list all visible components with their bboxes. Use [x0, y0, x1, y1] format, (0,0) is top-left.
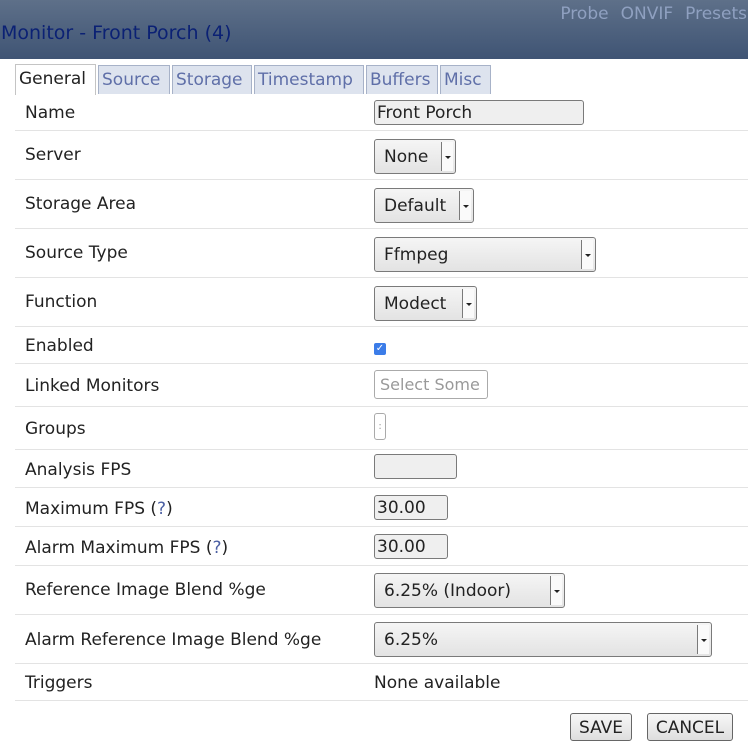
- reference-blend-select[interactable]: 6.25% (Indoor): [374, 573, 565, 608]
- enabled-checkbox[interactable]: ✓: [374, 343, 386, 355]
- row-analysis-fps: Analysis FPS: [15, 450, 748, 488]
- source-type-select-value: Ffmpeg: [384, 245, 449, 265]
- maximum-fps-label: Maximum FPS (?): [25, 499, 173, 519]
- header-bar: Monitor - Front Porch (4) Probe ONVIF Pres…: [0, 0, 748, 59]
- source-type-label: Source Type: [25, 243, 128, 263]
- function-select[interactable]: Modect: [374, 286, 477, 321]
- row-triggers: Triggers None available: [15, 664, 748, 701]
- reference-blend-select-value: 6.25% (Indoor): [384, 581, 512, 601]
- chevron-down-icon: [459, 191, 471, 220]
- header-links: Probe ONVIF Presets: [548, 4, 747, 24]
- alarm-maximum-fps-label: Alarm Maximum FPS (?): [25, 538, 229, 558]
- groups-label: Groups: [25, 419, 86, 439]
- row-alarm-reference-blend: Alarm Reference Image Blend %ge 6.25%: [15, 615, 748, 664]
- source-type-select[interactable]: Ffmpeg: [374, 237, 596, 272]
- row-server: Server None: [15, 131, 748, 180]
- alarm-maximum-fps-label-text: Alarm Maximum FPS: [25, 538, 201, 558]
- groups-select[interactable]: :: [374, 413, 386, 440]
- row-function: Function Modect: [15, 278, 748, 327]
- maximum-fps-input[interactable]: [374, 495, 448, 520]
- linked-monitors-label: Linked Monitors: [25, 376, 160, 396]
- function-select-value: Modect: [384, 294, 447, 314]
- row-maximum-fps: Maximum FPS (?): [15, 488, 748, 527]
- presets-link[interactable]: Presets: [685, 4, 747, 24]
- tab-general[interactable]: General: [15, 64, 96, 95]
- tab-source[interactable]: Source: [98, 65, 170, 94]
- reference-blend-label: Reference Image Blend %ge: [25, 580, 266, 600]
- storage-area-select[interactable]: Default: [374, 188, 474, 223]
- row-linked-monitors: Linked Monitors Select Some: [15, 364, 748, 407]
- alarm-maximum-fps-input[interactable]: [374, 534, 448, 559]
- storage-area-label: Storage Area: [25, 194, 137, 214]
- save-button[interactable]: SAVE: [570, 713, 632, 741]
- tab-bar: General Source Storage Timestamp Buffers…: [15, 64, 748, 95]
- alarm-reference-blend-select-value: 6.25%: [384, 630, 439, 650]
- server-select-value: None: [384, 147, 429, 167]
- chevron-down-icon: [697, 625, 709, 654]
- row-name: Name: [15, 95, 748, 131]
- analysis-fps-label: Analysis FPS: [25, 460, 132, 480]
- analysis-fps-input[interactable]: [374, 454, 457, 479]
- triggers-value: None available: [374, 673, 501, 693]
- alarm-reference-blend-select[interactable]: 6.25%: [374, 622, 712, 657]
- triggers-label: Triggers: [25, 673, 93, 693]
- server-select[interactable]: None: [374, 139, 456, 174]
- row-enabled: Enabled ✓: [15, 327, 748, 364]
- name-input[interactable]: [374, 100, 584, 125]
- alarm-maximum-fps-help-link[interactable]: ?: [212, 538, 221, 558]
- enabled-label: Enabled: [25, 336, 94, 356]
- probe-link[interactable]: Probe: [560, 4, 608, 24]
- function-label: Function: [25, 292, 98, 312]
- chevron-down-icon: [550, 576, 562, 605]
- row-storage-area: Storage Area Default: [15, 180, 748, 229]
- server-label: Server: [25, 145, 81, 165]
- linked-monitors-select[interactable]: Select Some: [374, 370, 488, 399]
- onvif-link[interactable]: ONVIF: [621, 4, 674, 24]
- alarm-reference-blend-label: Alarm Reference Image Blend %ge: [25, 630, 322, 650]
- chevron-down-icon: [441, 142, 453, 171]
- name-label: Name: [25, 103, 76, 123]
- row-reference-blend: Reference Image Blend %ge 6.25% (Indoor): [15, 566, 748, 615]
- chevron-down-icon: [581, 240, 593, 269]
- maximum-fps-help-link[interactable]: ?: [157, 499, 166, 519]
- tab-storage[interactable]: Storage: [172, 65, 252, 94]
- chevron-down-icon: [462, 289, 474, 318]
- storage-area-select-value: Default: [384, 196, 447, 216]
- maximum-fps-label-text: Maximum FPS: [25, 499, 145, 519]
- tab-buffers[interactable]: Buffers: [366, 65, 438, 94]
- row-alarm-maximum-fps: Alarm Maximum FPS (?): [15, 527, 748, 566]
- row-source-type: Source Type Ffmpeg: [15, 229, 748, 278]
- page-title: Monitor - Front Porch (4): [1, 22, 232, 44]
- tab-timestamp[interactable]: Timestamp: [254, 65, 364, 94]
- cancel-button[interactable]: CANCEL: [647, 713, 733, 741]
- row-groups: Groups :: [15, 407, 748, 450]
- tab-misc[interactable]: Misc: [440, 65, 491, 94]
